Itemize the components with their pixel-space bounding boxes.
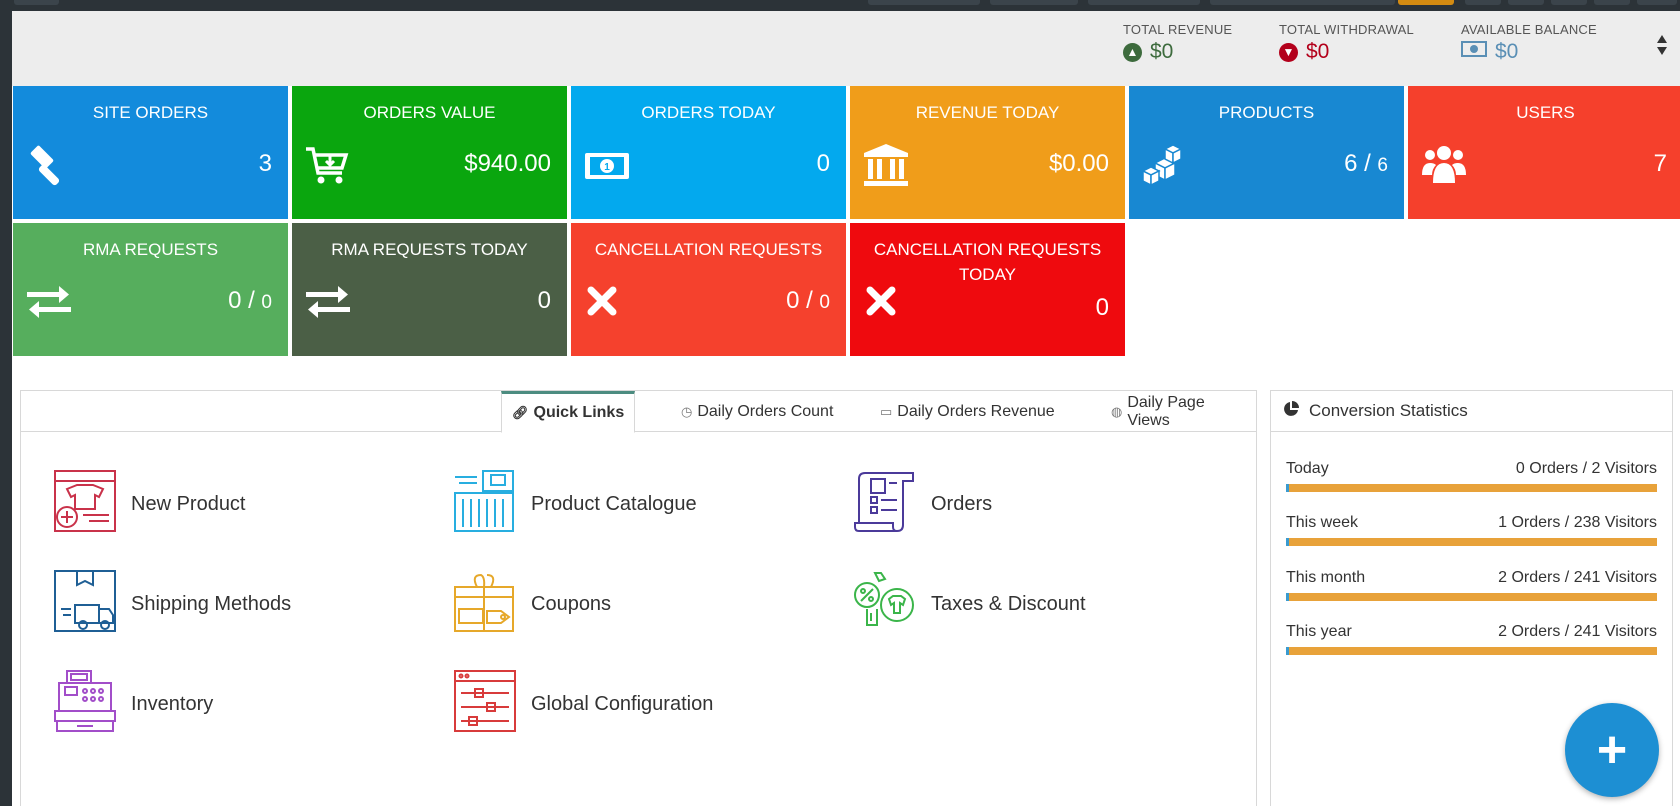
nav-button[interactable] xyxy=(14,0,59,5)
progress-bar xyxy=(1286,538,1657,546)
shipping-icon xyxy=(53,569,117,639)
money-icon: ▭ xyxy=(880,403,893,419)
stats-bar: TOTAL REVENUE ▲ $0 TOTAL WITHDRAWAL ▼ $0… xyxy=(12,11,1680,86)
quick-link-shipping-methods[interactable]: Shipping Methods xyxy=(53,569,291,639)
quick-links-panel: 🔗︎ Quick Links ◷ Daily Orders Count ▭ Da… xyxy=(20,390,1257,806)
dashboard-page: TOTAL REVENUE ▲ $0 TOTAL WITHDRAWAL ▼ $0… xyxy=(12,11,1680,806)
quick-link-orders[interactable]: Orders xyxy=(853,469,992,539)
globe-icon: ◍ xyxy=(1111,403,1123,419)
users-icon xyxy=(1420,141,1468,189)
cubes-icon xyxy=(1141,141,1189,189)
quick-link-global-configuration[interactable]: Global Configuration xyxy=(453,669,713,739)
new-product-icon xyxy=(53,469,117,539)
config-icon xyxy=(453,669,517,739)
conversion-row-today: Today 0 Orders / 2 Visitors xyxy=(1286,460,1657,492)
nav-button[interactable] xyxy=(1088,0,1200,5)
total-withdrawal-stat: TOTAL WITHDRAWAL ▼ $0 xyxy=(1279,22,1414,63)
exchange-icon xyxy=(25,278,73,326)
plus-icon: + xyxy=(1596,721,1628,779)
close-icon xyxy=(862,278,910,326)
progress-bar xyxy=(1286,593,1657,601)
arrow-up-circle-icon: ▲ xyxy=(1123,42,1142,62)
pie-chart-icon xyxy=(1283,400,1299,422)
nav-button[interactable] xyxy=(868,0,980,5)
add-floating-button[interactable]: + xyxy=(1565,703,1659,797)
tile-orders-value[interactable]: ORDERS VALUE $940.00 xyxy=(292,86,567,219)
top-navbar xyxy=(0,0,1680,11)
nav-button[interactable] xyxy=(990,0,1078,5)
tile-rma-requests[interactable]: RMA REQUESTS 0 / 0 xyxy=(13,223,288,356)
total-revenue-value: $0 xyxy=(1150,40,1174,63)
nav-button-highlight[interactable] xyxy=(1398,0,1454,5)
clock-icon: ◷ xyxy=(681,403,693,419)
quick-link-coupons[interactable]: Coupons xyxy=(453,569,611,639)
money-icon xyxy=(1461,40,1487,64)
coupons-icon xyxy=(453,569,517,639)
total-withdrawal-value: $0 xyxy=(1306,40,1330,63)
quick-link-product-catalogue[interactable]: Product Catalogue xyxy=(453,469,697,539)
conversion-row-week: This week 1 Orders / 238 Visitors xyxy=(1286,514,1657,546)
quick-link-taxes-discount[interactable]: Taxes & Discount xyxy=(853,569,1086,639)
link-icon: 🔗︎ xyxy=(512,405,529,420)
money-icon: 1 xyxy=(583,141,631,189)
orders-icon xyxy=(853,469,917,539)
progress-bar xyxy=(1286,484,1657,492)
tile-rma-requests-today[interactable]: RMA REQUESTS TODAY 0 xyxy=(292,223,567,356)
catalogue-icon xyxy=(453,469,517,539)
arrow-down-circle-icon: ▼ xyxy=(1279,42,1298,62)
taxes-icon xyxy=(853,569,917,639)
quick-link-new-product[interactable]: New Product xyxy=(53,469,246,539)
tab-quick-links[interactable]: 🔗︎ Quick Links xyxy=(501,391,636,433)
tile-site-orders[interactable]: SITE ORDERS 3 xyxy=(13,86,288,219)
tile-products[interactable]: PRODUCTS 6 / 6 xyxy=(1129,86,1404,219)
tile-cancellation-requests[interactable]: CANCELLATION REQUESTS 0 / 0 xyxy=(571,223,846,356)
inventory-icon xyxy=(53,669,117,739)
exchange-icon xyxy=(304,278,352,326)
total-revenue-stat: TOTAL REVENUE ▲ $0 xyxy=(1123,22,1233,63)
conversion-statistics-header: Conversion Statistics xyxy=(1271,391,1672,432)
nav-button[interactable] xyxy=(1637,0,1677,5)
tile-orders-today[interactable]: ORDERS TODAY 1 0 xyxy=(571,86,846,219)
left-sidebar-edge xyxy=(0,0,12,806)
tile-users[interactable]: USERS 7 xyxy=(1408,86,1680,219)
cart-icon xyxy=(304,141,352,189)
tab-daily-orders-revenue[interactable]: ▭ Daily Orders Revenue xyxy=(870,391,1065,432)
nav-button[interactable] xyxy=(1210,0,1395,5)
conversion-row-year: This year 2 Orders / 241 Visitors xyxy=(1286,623,1657,655)
gavel-icon xyxy=(25,141,73,189)
bank-icon xyxy=(862,141,910,189)
progress-bar xyxy=(1286,647,1657,655)
nav-button[interactable] xyxy=(1594,0,1630,5)
nav-button[interactable] xyxy=(1508,0,1544,5)
tab-daily-page-views[interactable]: ◍ Daily Page Views xyxy=(1101,391,1256,432)
close-icon xyxy=(583,278,631,326)
nav-button[interactable] xyxy=(1551,0,1587,5)
svg-text:1: 1 xyxy=(604,162,610,173)
tile-revenue-today[interactable]: REVENUE TODAY $0.00 xyxy=(850,86,1125,219)
nav-button[interactable] xyxy=(1465,0,1501,5)
available-balance-stat: AVAILABLE BALANCE $0 xyxy=(1461,22,1597,64)
quick-link-inventory[interactable]: Inventory xyxy=(53,669,213,739)
sort-arrows-icon[interactable] xyxy=(1656,33,1668,57)
tab-daily-orders-count[interactable]: ◷ Daily Orders Count xyxy=(671,391,843,432)
tab-bar: 🔗︎ Quick Links ◷ Daily Orders Count ▭ Da… xyxy=(21,391,1256,433)
tile-cancellation-requests-today[interactable]: CANCELLATION REQUESTS TODAY 0 xyxy=(850,223,1125,356)
available-balance-value: $0 xyxy=(1495,40,1519,63)
conversion-row-month: This month 2 Orders / 241 Visitors xyxy=(1286,569,1657,601)
